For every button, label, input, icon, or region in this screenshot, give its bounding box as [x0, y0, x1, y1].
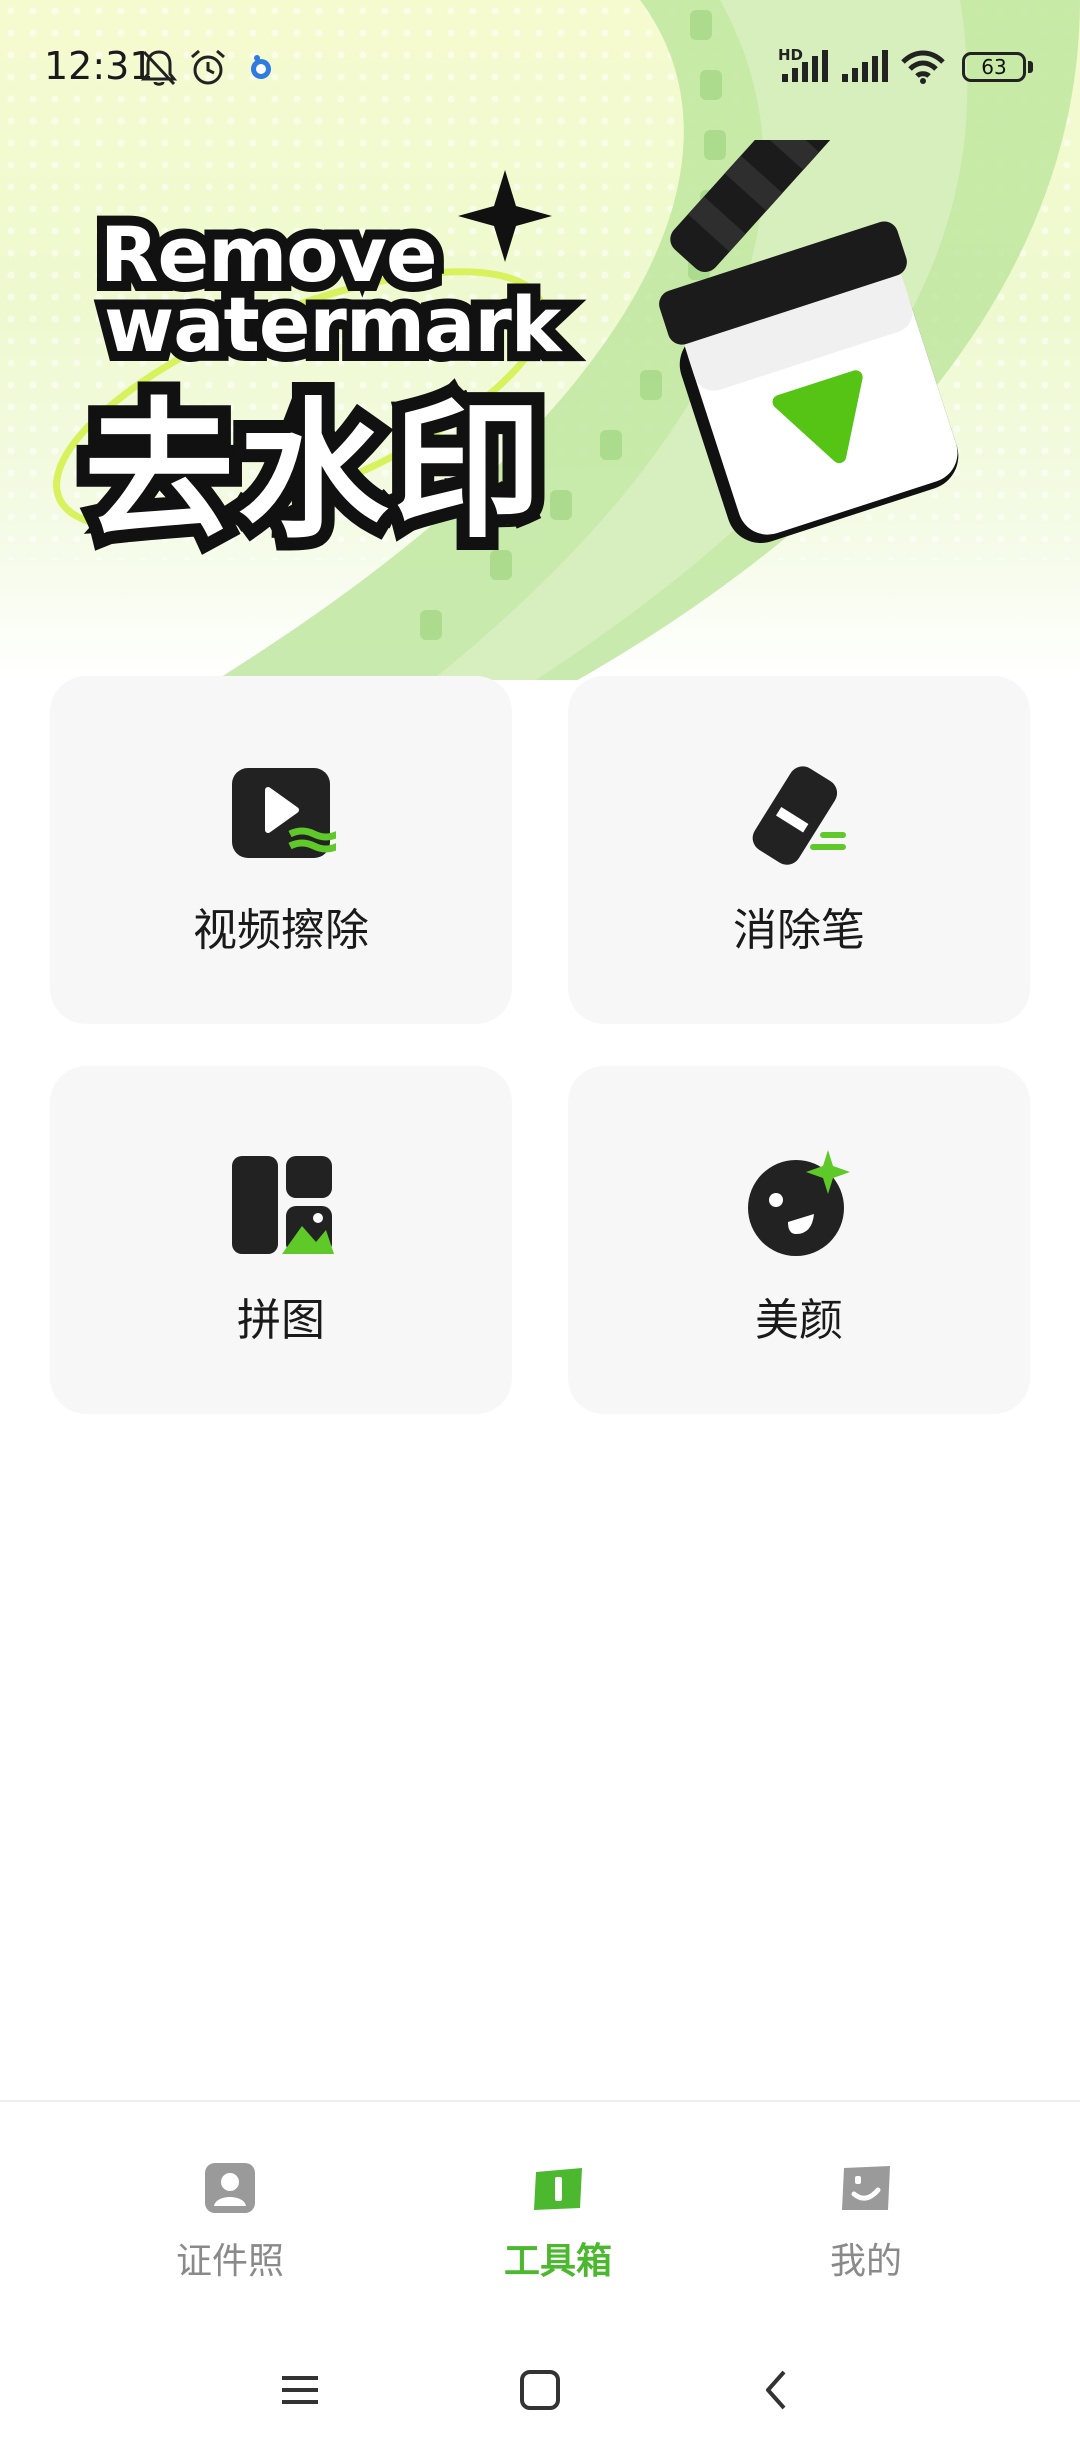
app-notification-icon	[251, 55, 271, 79]
home-icon[interactable]	[510, 2360, 570, 2420]
alarm-icon	[191, 49, 225, 85]
tab-label: 证件照	[175, 2241, 284, 2282]
bell-off-icon	[140, 50, 178, 86]
battery-tip	[1028, 61, 1033, 73]
tool-card-eraser-pen[interactable]: 消除笔	[568, 676, 1030, 1024]
back-icon[interactable]	[748, 2360, 808, 2420]
tool-card-video-erase[interactable]: 视频擦除	[50, 676, 512, 1024]
clapperboard-icon	[659, 140, 959, 544]
tool-label: 美颜	[755, 1295, 843, 1346]
tab-id-photo[interactable]: 证件照	[120, 2160, 340, 2284]
signal-icon	[842, 50, 888, 82]
bottom-tab-bar: 证件照 工具箱 我的	[0, 2100, 1080, 2302]
battery-icon: 63	[962, 52, 1026, 82]
collage-icon	[232, 1156, 334, 1254]
menu-icon[interactable]	[270, 2360, 330, 2420]
tool-label: 消除笔	[733, 905, 865, 956]
tab-label: 工具箱	[503, 2241, 612, 2282]
status-time: 12:31	[44, 44, 154, 88]
tab-toolbox[interactable]: 工具箱	[448, 2160, 668, 2284]
signal-icon	[782, 50, 828, 82]
tool-label: 拼图	[237, 1295, 325, 1346]
eraser-pen-icon	[752, 766, 846, 865]
tool-card-beauty[interactable]: 美颜	[568, 1066, 1030, 1414]
video-erase-icon	[232, 768, 336, 858]
system-navigation-bar	[0, 2300, 1080, 2460]
tab-label: 我的	[829, 2241, 902, 2282]
tab-profile[interactable]: 我的	[756, 2160, 976, 2284]
toolbox-icon	[534, 2168, 582, 2210]
tool-label: 视频擦除	[193, 905, 369, 956]
status-bar: 12:31 HD 63	[0, 0, 1080, 130]
tool-card-collage[interactable]: 拼图	[50, 1066, 512, 1414]
profile-icon	[842, 2166, 890, 2210]
beauty-face-icon	[748, 1150, 850, 1256]
id-photo-icon	[205, 2163, 255, 2213]
banner-title-cn: 去水印	[71, 372, 555, 572]
wifi-icon	[901, 50, 945, 84]
